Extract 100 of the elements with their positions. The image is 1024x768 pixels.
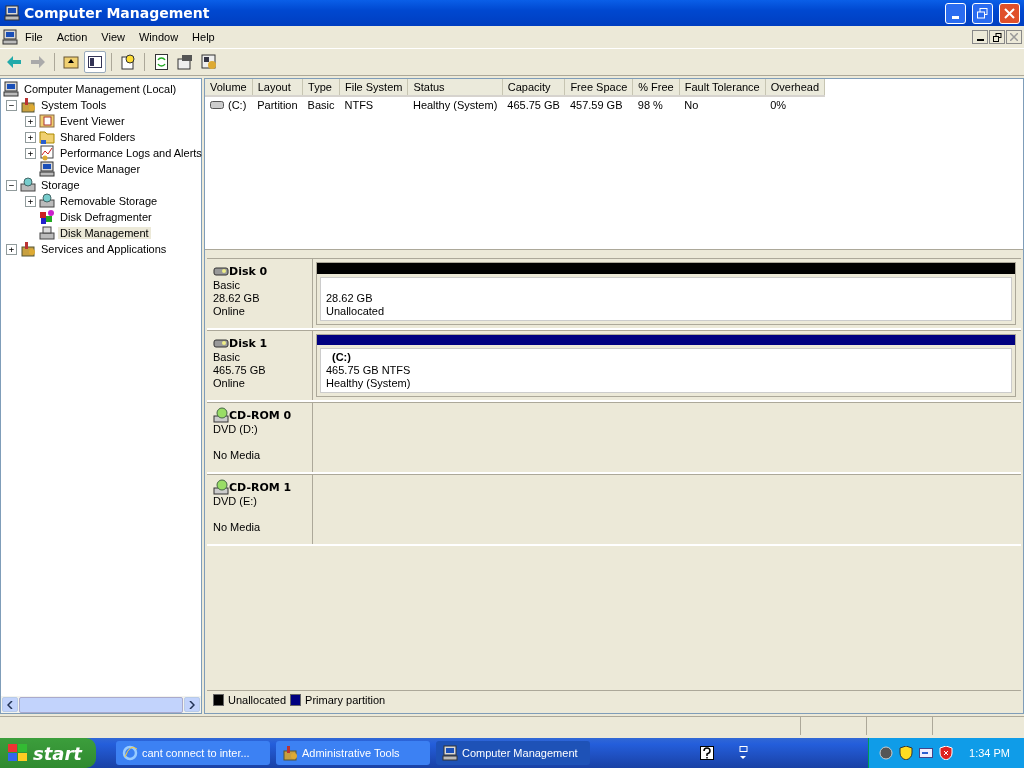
column-header[interactable]: Volume (205, 79, 253, 96)
window-restore-icon[interactable] (736, 746, 750, 760)
column-header[interactable]: Capacity (502, 79, 565, 96)
expander[interactable]: + (25, 147, 36, 159)
column-header[interactable]: Fault Tolerance (679, 79, 766, 96)
taskbar-button[interactable]: Computer Management (436, 741, 590, 765)
table-cell: Healthy (System) (407, 96, 503, 113)
column-header[interactable]: Layout (252, 79, 303, 96)
disk-info: DVD (D:) (213, 423, 259, 436)
minimize-icon (952, 15, 959, 19)
scrollbar-thumb[interactable] (19, 696, 183, 713)
table-cell: (C:) (228, 99, 247, 111)
disk-info: DVD (E:) (213, 495, 258, 508)
drive-icon (39, 225, 55, 241)
windows-flag-icon (8, 744, 28, 762)
drive-icon (20, 177, 36, 193)
close-icon (1004, 7, 1015, 19)
computer-icon (39, 161, 55, 177)
minimize-button[interactable] (972, 30, 988, 44)
menu-item[interactable]: View (94, 29, 132, 45)
close-icon (1010, 33, 1018, 41)
restore-button[interactable] (989, 30, 1005, 44)
partition-name: (C:) (331, 351, 352, 364)
tree-item[interactable]: Device Manager (58, 163, 143, 175)
menu-item[interactable]: Action (49, 29, 95, 45)
menu-item[interactable]: Help (185, 29, 222, 45)
tray-icon[interactable] (879, 746, 894, 760)
menu-item[interactable]: File (18, 29, 50, 45)
clock: 1:34 PM (969, 747, 1010, 759)
log-icon (39, 113, 55, 129)
expander[interactable]: − (6, 179, 17, 191)
toolbox-icon (20, 241, 36, 257)
minimize-icon (976, 39, 984, 41)
tree-toggle-button[interactable] (84, 51, 106, 73)
column-header[interactable]: Status (407, 79, 503, 96)
table-cell: NTFS (339, 96, 408, 113)
tree-item[interactable]: Performance Logs and Alerts (58, 147, 204, 159)
taskbar-button[interactable]: Administrative Tools (276, 741, 430, 765)
scroll-right-button[interactable] (184, 697, 200, 712)
cd-drive-icon (213, 407, 229, 423)
tree-item[interactable]: Services and Applications (39, 243, 169, 255)
tree-item[interactable]: Removable Storage (58, 195, 160, 207)
disk-info: No Media (213, 521, 262, 534)
back-arrow-icon (7, 56, 21, 68)
disk-name: Disk 1 (229, 336, 268, 350)
disk-info: Basic (213, 279, 241, 292)
computer-icon (4, 5, 20, 21)
restore-icon (992, 32, 1002, 42)
network-icon[interactable] (919, 746, 934, 760)
browser-icon (122, 745, 138, 761)
tree-item[interactable]: Shared Folders (58, 131, 138, 143)
disk-info: Basic (213, 351, 241, 364)
tree-item[interactable]: Disk Defragmenter (58, 211, 154, 223)
expander[interactable]: + (25, 131, 36, 143)
expander[interactable]: + (25, 115, 36, 127)
table-cell: 0% (765, 96, 825, 113)
column-header[interactable]: Free Space (564, 79, 633, 96)
disk-name: CD-ROM 1 (229, 480, 292, 494)
taskbar-button[interactable]: cant connect to inter... (116, 741, 270, 765)
expander[interactable]: + (6, 243, 17, 255)
toolbox-icon (282, 745, 298, 761)
column-header[interactable]: Overhead (765, 79, 825, 96)
disk-info: 28.62 GB (213, 292, 261, 305)
partition[interactable]: 28.62 GB Unallocated (316, 262, 1016, 325)
shield-icon[interactable] (899, 746, 914, 760)
partition-info: Unallocated (326, 305, 386, 318)
table-cell: 457.59 GB (564, 96, 633, 113)
disk-info: Online (213, 377, 246, 390)
panel-icon (88, 56, 102, 68)
expander[interactable]: + (25, 195, 36, 207)
forward-arrow-icon (31, 56, 45, 68)
disk-info: Online (213, 305, 246, 318)
legend-label: Unallocated (228, 694, 287, 706)
drive-icon (39, 193, 55, 209)
cd-drive-icon (213, 479, 229, 495)
toolbox-icon (20, 97, 36, 113)
column-header[interactable]: File System (339, 79, 408, 96)
start-button[interactable]: start (0, 738, 96, 768)
table-cell: Basic (302, 96, 340, 113)
partition-info: 28.62 GB (326, 292, 374, 305)
tree-item[interactable]: Storage (39, 179, 82, 191)
column-header[interactable]: % Free (632, 79, 680, 96)
tree-item[interactable]: Event Viewer (58, 115, 127, 127)
disk-info: No Media (213, 449, 262, 462)
scroll-left-button[interactable] (2, 697, 18, 712)
tree-item[interactable]: System Tools (39, 99, 109, 111)
window-title: Computer Management (24, 5, 211, 21)
expander[interactable]: − (6, 99, 17, 111)
menu-item[interactable]: Window (131, 29, 186, 45)
legend-label: Primary partition (305, 694, 386, 706)
restore-icon (977, 7, 988, 19)
partition[interactable]: (C:) 465.75 GB NTFS Healthy (System) (316, 334, 1016, 397)
partition-info: Healthy (System) (326, 377, 412, 390)
folder-up-icon (63, 55, 79, 69)
column-header[interactable]: Type (302, 79, 340, 96)
computer-icon (442, 745, 458, 761)
partition-info: 465.75 GB NTFS (326, 364, 412, 377)
tree-item[interactable]: Computer Management (Local) (22, 83, 179, 95)
tree-item[interactable]: Disk Management (58, 227, 151, 239)
chart-icon (39, 145, 55, 161)
